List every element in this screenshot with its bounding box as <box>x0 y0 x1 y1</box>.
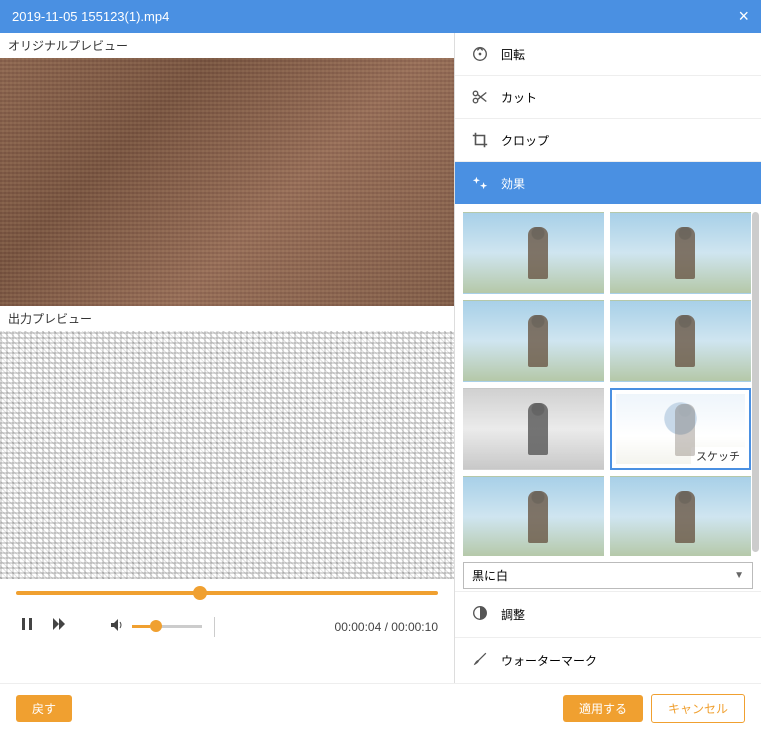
effects-icon <box>471 174 489 192</box>
crop-icon <box>471 131 489 149</box>
volume-fill <box>132 625 150 628</box>
menu-crop[interactable]: クロップ <box>455 119 761 162</box>
menu-effects[interactable]: 効果 <box>455 162 761 204</box>
output-preview <box>0 331 454 579</box>
menu-rotate[interactable]: 回転 <box>455 33 761 76</box>
menu-cut[interactable]: カット <box>455 76 761 119</box>
effect-thumb[interactable] <box>610 212 751 294</box>
time-total: 00:00:10 <box>391 620 438 634</box>
reset-button[interactable]: 戻す <box>16 695 72 722</box>
menu-watermark-label: ウォーターマーク <box>501 652 597 669</box>
menu-adjust-label: 調整 <box>501 606 525 623</box>
volume-separator <box>214 617 215 637</box>
volume-icon[interactable] <box>110 618 126 635</box>
menu-rotate-label: 回転 <box>501 46 525 63</box>
effect-thumb[interactable] <box>463 212 604 294</box>
output-preview-label: 出力プレビュー <box>0 306 454 331</box>
time-separator: / <box>381 620 391 634</box>
rotate-icon <box>471 45 489 63</box>
time-current: 00:00:04 <box>335 620 382 634</box>
effect-thumb[interactable] <box>463 300 604 382</box>
effect-thumb[interactable] <box>610 476 751 556</box>
window-title: 2019-11-05 155123(1).mp4 <box>12 9 169 24</box>
effect-mode-dropdown[interactable]: 黒に白 ▼ <box>463 562 753 589</box>
close-icon[interactable]: × <box>738 6 749 27</box>
edit-menu: 回転 カット クロップ 効果 <box>455 33 761 204</box>
menu-cut-label: カット <box>501 89 537 106</box>
volume-handle[interactable] <box>150 620 162 632</box>
effect-thumb[interactable] <box>610 300 751 382</box>
volume-slider[interactable] <box>132 625 202 628</box>
effect-thumb-label: スケッチ <box>691 447 745 465</box>
timeline-handle[interactable] <box>193 586 207 600</box>
pause-button[interactable] <box>16 615 38 638</box>
time-display: 00:00:04 / 00:00:10 <box>335 620 438 634</box>
menu-watermark[interactable]: ウォーターマーク <box>455 637 761 683</box>
original-preview-label: オリジナルプレビュー <box>0 33 454 58</box>
menu-crop-label: クロップ <box>501 132 549 149</box>
effect-thumb[interactable] <box>463 476 604 556</box>
original-preview <box>0 58 454 306</box>
brush-icon <box>471 650 489 671</box>
effect-thumb[interactable] <box>463 388 604 470</box>
menu-effects-label: 効果 <box>501 175 525 192</box>
volume-area <box>110 617 215 637</box>
adjust-icon <box>471 604 489 625</box>
controls-row: 00:00:04 / 00:00:10 <box>16 615 438 638</box>
left-panel: オリジナルプレビュー 出力プレビュー <box>0 33 454 683</box>
playback-controls: 00:00:04 / 00:00:10 <box>0 579 454 638</box>
cancel-button[interactable]: キャンセル <box>651 694 745 723</box>
menu-adjust[interactable]: 調整 <box>455 591 761 637</box>
scrollbar[interactable] <box>752 212 759 552</box>
apply-button[interactable]: 適用する <box>563 695 643 722</box>
effects-inner: スケッチ <box>463 212 751 556</box>
next-frame-button[interactable] <box>48 615 70 638</box>
right-panel: 回転 カット クロップ 効果 <box>454 33 761 683</box>
main-area: オリジナルプレビュー 出力プレビュー <box>0 33 761 683</box>
effects-grid: スケッチ <box>455 204 761 556</box>
scissors-icon <box>471 88 489 106</box>
chevron-down-icon: ▼ <box>734 570 744 581</box>
bottom-bar: 戻す 適用する キャンセル <box>0 683 761 733</box>
effect-thumb-selected[interactable]: スケッチ <box>610 388 751 470</box>
title-bar: 2019-11-05 155123(1).mp4 × <box>0 0 761 33</box>
dropdown-value: 黒に白 <box>472 567 508 584</box>
timeline-slider[interactable] <box>16 591 438 595</box>
